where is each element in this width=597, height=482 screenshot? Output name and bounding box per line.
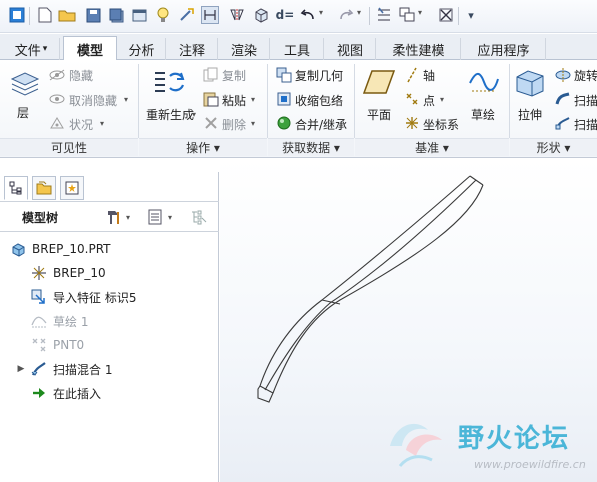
model-edge-mid — [264, 179, 477, 391]
model-wireframe[interactable] — [0, 0, 597, 482]
watermark-title: 野火论坛 — [458, 424, 571, 454]
model-edge-lower-long — [272, 184, 484, 394]
watermark-url: www.proewildfire.cn — [474, 458, 586, 471]
model-edge-tip — [257, 385, 274, 403]
watermark-logo-icon — [390, 423, 442, 467]
